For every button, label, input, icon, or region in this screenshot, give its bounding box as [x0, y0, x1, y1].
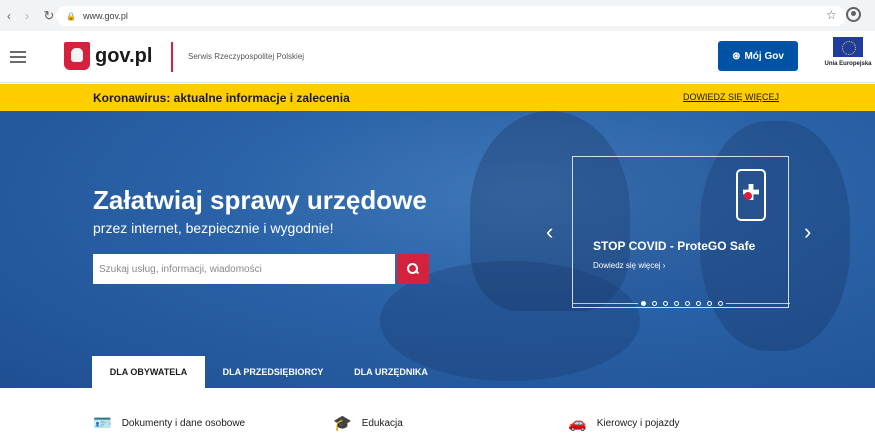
hero-section: Załatwiaj sprawy urzędowe przez internet… — [0, 111, 875, 388]
category-documents[interactable]: 🪪 Dokumenty i dane osobowe — [93, 414, 245, 432]
eu-label: Unia Europejska — [824, 61, 872, 67]
category-drivers-vehicles[interactable]: 🚗 Kierowcy i pojazdy — [568, 414, 680, 432]
slider-dot[interactable] — [673, 301, 679, 306]
car-icon: 🚗 — [568, 415, 587, 432]
profile-icon[interactable] — [846, 7, 861, 22]
hero-title: Załatwiaj sprawy urzędowe — [93, 185, 427, 215]
slider-dot[interactable] — [717, 301, 723, 306]
category-list: 🪪 Dokumenty i dane osobowe 🎓 Edukacja 🚗 … — [0, 388, 875, 437]
bookmark-star-icon[interactable]: ☆ — [826, 8, 837, 22]
hero-subtitle: przez internet, bezpiecznie i wygodnie! — [93, 220, 334, 236]
slide-learn-more-link[interactable]: Dowiedz się więcej › — [593, 261, 665, 270]
category-label: Edukacja — [361, 417, 403, 429]
slider-dot[interactable] — [640, 301, 646, 306]
reload-icon[interactable]: ↻ — [42, 8, 56, 24]
slider-dots — [573, 301, 790, 306]
tab-dla-przedsiebiorcy[interactable]: DLA PRZEDSIĘBIORCY — [212, 356, 334, 388]
slider-dot[interactable] — [695, 301, 701, 306]
slider-dot[interactable] — [651, 301, 657, 306]
eu-flag-icon — [833, 37, 863, 57]
covid-alert-bar: Koronawirus: aktualne informacje i zalec… — [0, 84, 875, 111]
polish-emblem-icon[interactable] — [64, 42, 90, 70]
graduation-cap-icon: 🎓 — [333, 415, 352, 432]
site-header: gov.pl Serwis Rzeczypospolitej Polskiej … — [0, 31, 875, 83]
id-card-icon: 🪪 — [93, 415, 112, 432]
category-label: Dokumenty i dane osobowe — [121, 417, 246, 429]
hamburger-menu-icon[interactable] — [10, 51, 26, 63]
search-button[interactable] — [397, 254, 429, 284]
slider-dot[interactable] — [662, 301, 668, 306]
slider-dot[interactable] — [706, 301, 712, 306]
back-arrow-icon[interactable]: ‹ — [2, 9, 16, 23]
url-text: www.gov.pl — [82, 11, 128, 21]
category-label: Kierowcy i pojazdy — [596, 417, 680, 429]
promo-slider[interactable]: STOP COVID - ProteGO Safe Dowiedz się wi… — [572, 156, 790, 308]
moj-gov-label: Mój Gov — [744, 50, 784, 62]
site-logo[interactable]: gov.pl — [95, 45, 152, 68]
search-input[interactable] — [93, 254, 395, 284]
category-education[interactable]: 🎓 Edukacja — [333, 414, 403, 432]
slider-next-arrow[interactable]: › — [804, 219, 811, 245]
slider-dot[interactable] — [684, 301, 690, 306]
phone-app-icon — [736, 169, 766, 221]
search-icon — [407, 263, 419, 275]
alert-learn-more-link[interactable]: DOWIEDZ SIĘ WIĘCEJ — [683, 92, 779, 102]
slide-title: STOP COVID - ProteGO Safe — [593, 239, 756, 253]
address-bar[interactable]: 🔒 www.gov.pl — [56, 6, 846, 26]
eu-logo[interactable]: Unia Europejska — [824, 37, 872, 77]
tab-dla-urzednika[interactable]: DLA URZĘDNIKA — [340, 356, 442, 388]
alert-text: Koronawirus: aktualne informacje i zalec… — [93, 91, 350, 105]
header-divider — [171, 42, 173, 72]
tab-dla-obywatela[interactable]: DLA OBYWATELA — [92, 356, 205, 388]
moj-gov-button[interactable]: ⊛ Mój Gov — [718, 41, 798, 71]
browser-toolbar: ‹ › ↻ 🔒 www.gov.pl ☆ — [0, 0, 875, 31]
service-name: Serwis Rzeczypospolitej Polskiej — [188, 52, 305, 61]
forward-arrow-icon[interactable]: › — [20, 9, 34, 23]
user-circle-icon: ⊛ — [732, 50, 741, 62]
slider-prev-arrow[interactable]: ‹ — [546, 219, 553, 245]
lock-icon: 🔒 — [66, 11, 76, 21]
